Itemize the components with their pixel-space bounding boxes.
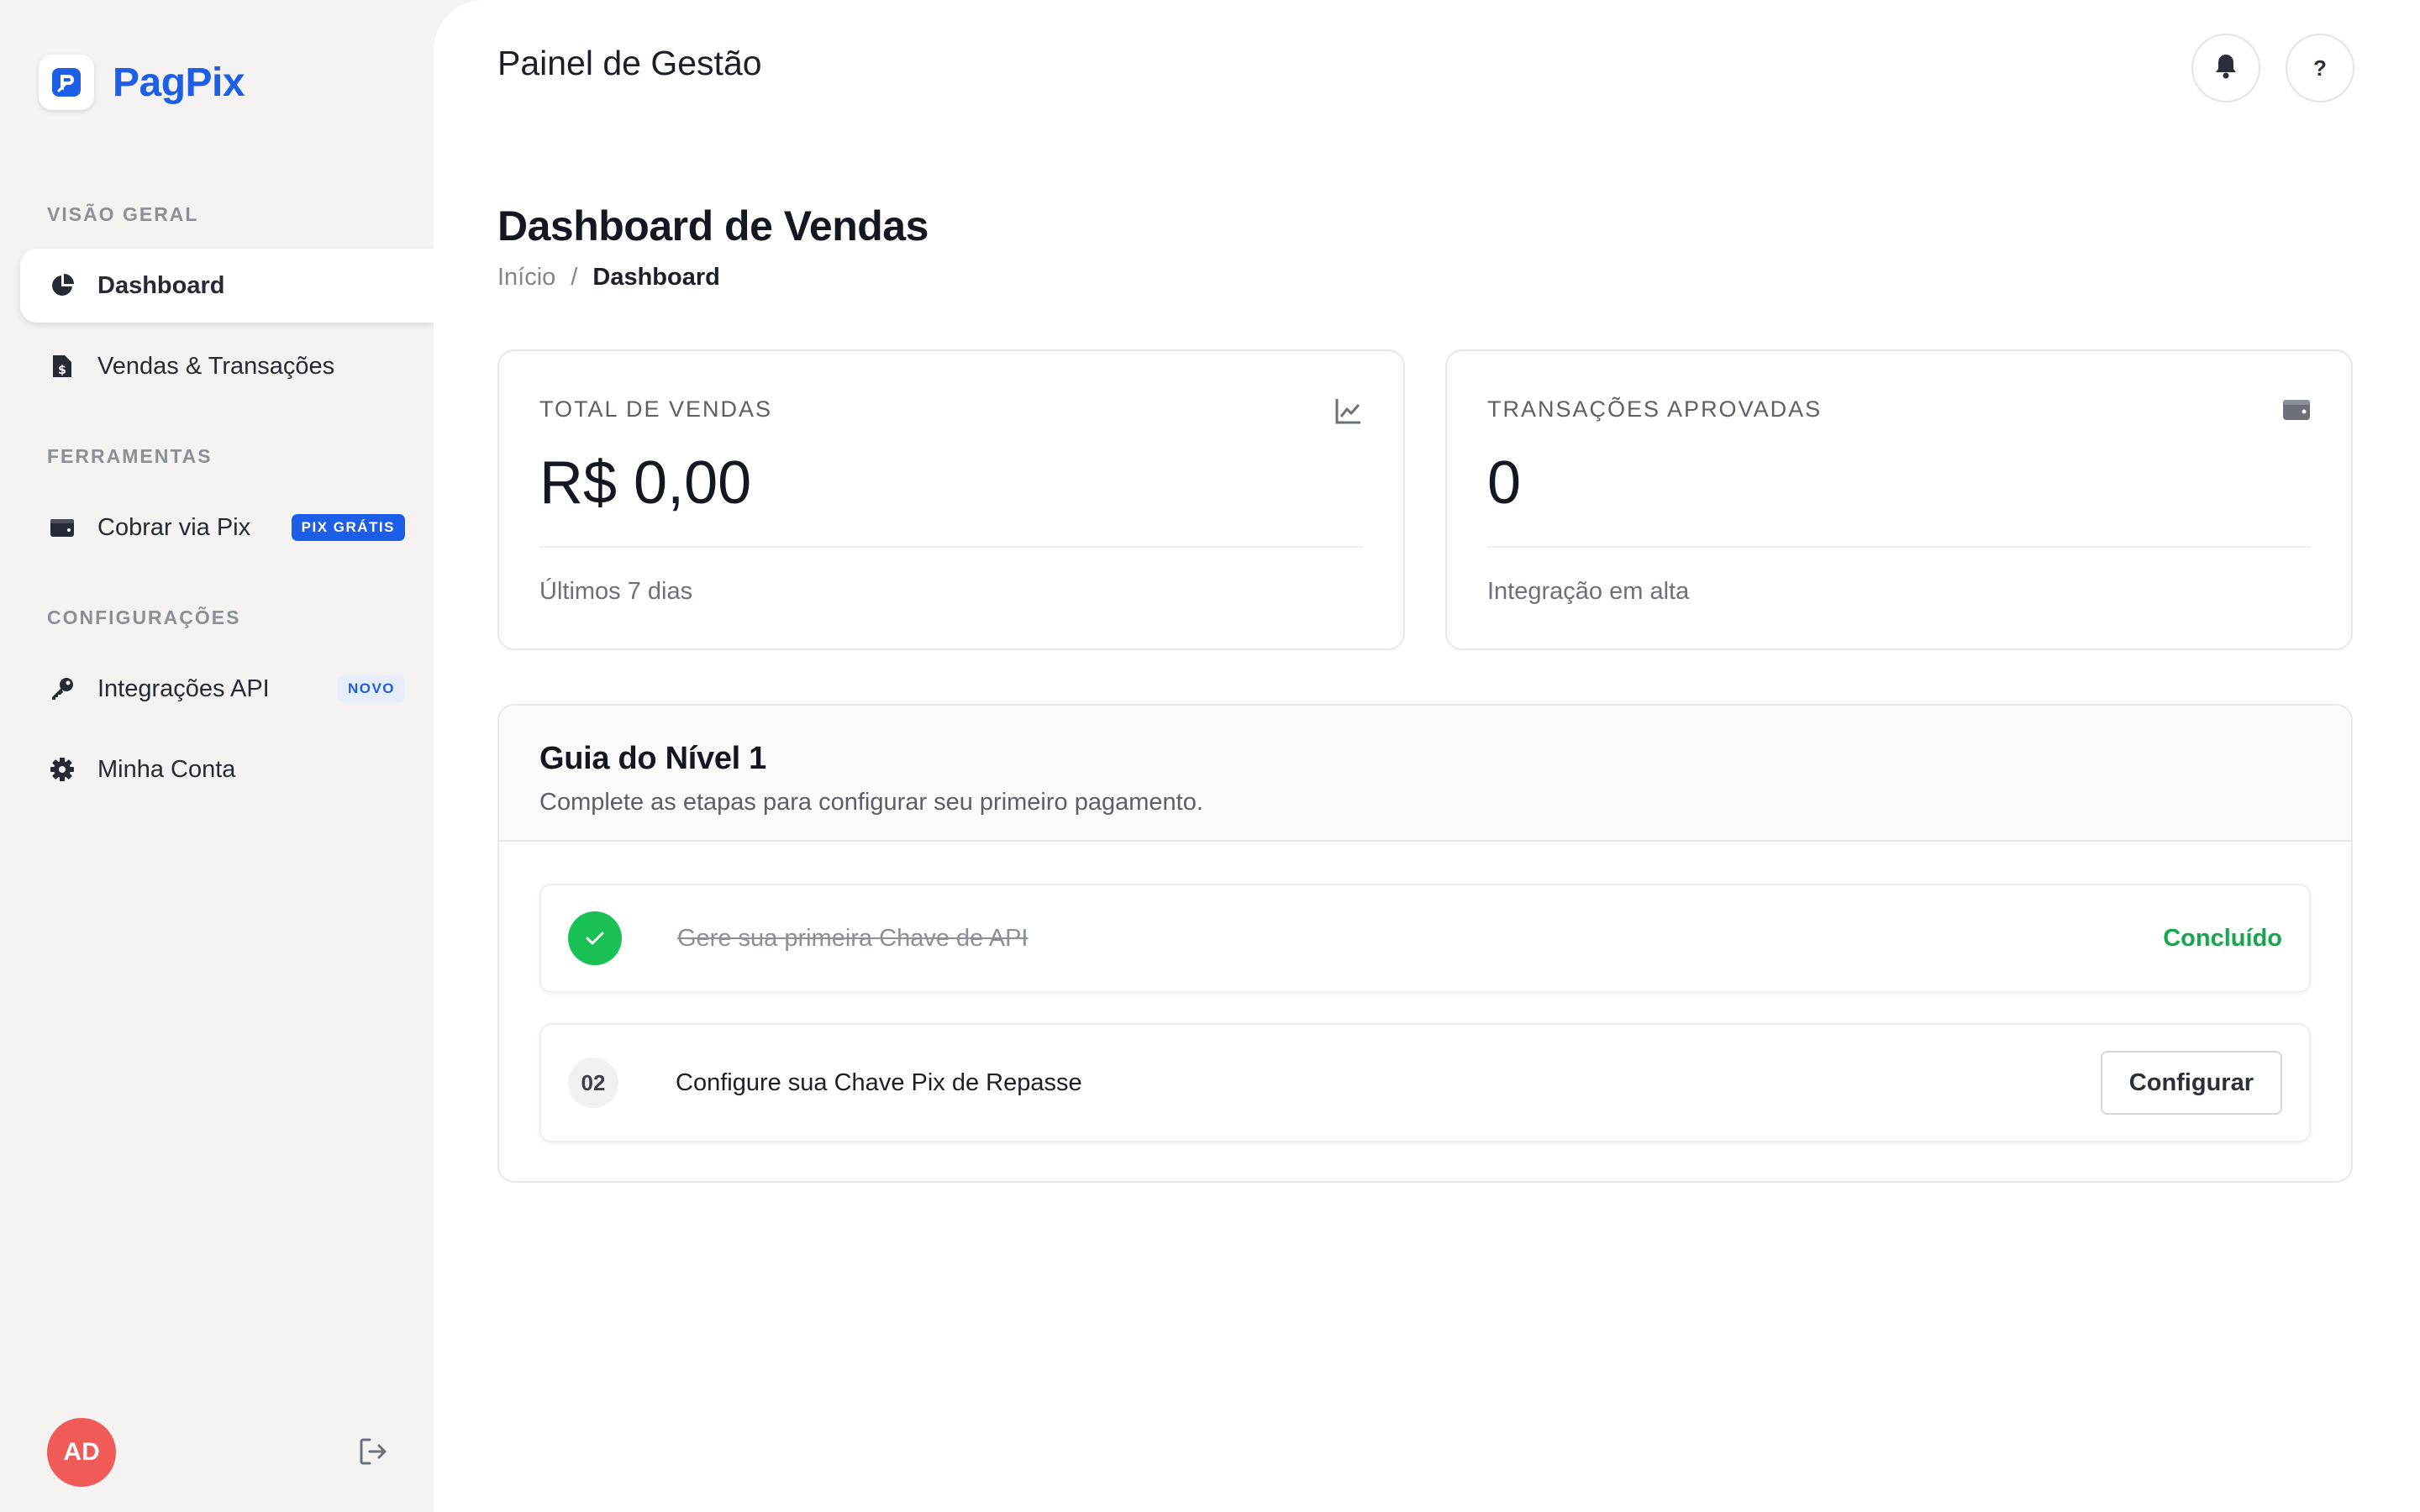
topbar-title: Painel de Gestão — [497, 44, 762, 82]
user-avatar[interactable]: AD — [47, 1418, 116, 1487]
key-icon — [49, 675, 76, 702]
wallet-icon — [2282, 396, 2311, 425]
app-root: PagPix VISÃO GERAL Dashboard $ Vendas & … — [0, 0, 2420, 1512]
bell-icon — [2213, 52, 2238, 85]
page-title: Dashboard de Vendas — [497, 202, 929, 249]
breadcrumb-separator: / — [571, 264, 578, 291]
guide-header: Guia do Nível 1 Complete as etapas para … — [499, 706, 2351, 842]
stat-card-approved-transactions: TRANSAÇÕES APROVADAS 0 Integração em alt… — [1445, 349, 2353, 650]
step-text: Gere sua primeira Chave de API — [677, 924, 1028, 952]
notifications-button[interactable] — [2191, 34, 2260, 102]
stat-value: 0 — [1487, 449, 1522, 517]
question-icon: ? — [2313, 55, 2327, 81]
svg-text:$: $ — [58, 364, 66, 377]
sidebar-item-sales[interactable]: $ Vendas & Transações — [20, 329, 434, 403]
stat-card-total-sales: TOTAL DE VENDAS R$ 0,00 Últimos 7 dias — [497, 349, 1405, 650]
main-content: Painel de Gestão ? Dashboard de Vendas I… — [434, 0, 2420, 1512]
breadcrumb-home[interactable]: Início — [497, 264, 555, 291]
pagpix-logo-icon — [39, 55, 94, 110]
breadcrumb-current: Dashboard — [592, 264, 720, 291]
guide-step-pix-key: 02 Configure sua Chave Pix de Repasse Co… — [539, 1023, 2311, 1142]
sidebar-item-label: Minha Conta — [97, 755, 236, 783]
guide-description: Complete as etapas para configurar seu p… — [539, 789, 1203, 816]
guide-step-api-key: Gere sua primeira Chave de API Concluído — [539, 884, 2311, 993]
stat-subtext: Últimos 7 dias — [539, 578, 693, 605]
section-label-tools: FERRAMENTAS — [47, 445, 213, 467]
pie-chart-icon — [49, 272, 76, 299]
configure-button[interactable]: Configurar — [2100, 1051, 2282, 1115]
sidebar-item-label: Vendas & Transações — [97, 352, 335, 380]
level-guide-card: Guia do Nível 1 Complete as etapas para … — [497, 704, 2353, 1183]
stat-divider — [539, 546, 1363, 548]
section-label-settings: CONFIGURAÇÕES — [47, 606, 241, 628]
sidebar-item-api-integrations[interactable]: Integrações API NOVO — [20, 652, 434, 726]
sidebar-item-pix-charge[interactable]: Cobrar via Pix PIX GRÁTIS — [20, 491, 434, 564]
stat-subtext: Integração em alta — [1487, 578, 1690, 605]
section-label-overview: VISÃO GERAL — [47, 203, 199, 225]
check-icon — [568, 911, 622, 965]
stat-divider — [1487, 546, 2311, 548]
line-chart-icon — [1334, 396, 1363, 425]
new-badge: NOVO — [337, 675, 405, 702]
step-text: Configure sua Chave Pix de Repasse — [676, 1068, 1082, 1096]
sidebar-item-label: Integrações API — [97, 675, 270, 702]
step-status-done: Concluído — [2163, 924, 2282, 952]
sidebar-item-my-account[interactable]: Minha Conta — [20, 732, 434, 806]
guide-title: Guia do Nível 1 — [539, 741, 767, 776]
help-button[interactable]: ? — [2286, 34, 2354, 102]
stat-label: TOTAL DE VENDAS — [539, 396, 773, 422]
sidebar-item-label: Dashboard — [97, 271, 225, 299]
wallet-icon — [49, 514, 76, 541]
receipt-icon: $ — [49, 353, 76, 380]
step-number: 02 — [568, 1058, 618, 1108]
logout-icon[interactable] — [356, 1435, 390, 1468]
pix-free-badge: PIX GRÁTIS — [291, 514, 405, 541]
sidebar-item-label: Cobrar via Pix — [97, 513, 251, 541]
gear-icon — [49, 756, 76, 783]
stat-value: R$ 0,00 — [539, 449, 752, 517]
stat-label: TRANSAÇÕES APROVADAS — [1487, 396, 1823, 422]
sidebar-item-dashboard[interactable]: Dashboard — [20, 249, 434, 323]
brand-name: PagPix — [113, 60, 245, 105]
brand-logo[interactable]: PagPix — [0, 52, 434, 113]
sidebar: PagPix VISÃO GERAL Dashboard $ Vendas & … — [0, 0, 434, 1512]
breadcrumb: Início / Dashboard — [497, 264, 720, 291]
